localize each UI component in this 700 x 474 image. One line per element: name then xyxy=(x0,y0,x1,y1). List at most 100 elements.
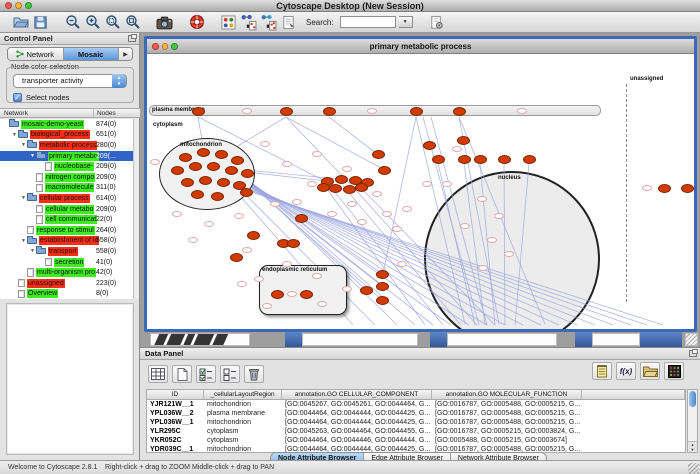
graph-node-transporter[interactable] xyxy=(681,184,694,193)
help-lifebuoy-icon[interactable] xyxy=(188,14,205,31)
graph-node-transporter[interactable] xyxy=(432,155,445,164)
table-cell[interactable]: mitochondrion xyxy=(204,400,282,409)
graph-node-unhighlighted[interactable] xyxy=(242,108,252,114)
float-panel-icon[interactable] xyxy=(128,35,136,42)
network-tree-row[interactable]: macromolecule311(0) xyxy=(0,183,134,194)
graph-node-transporter[interactable] xyxy=(423,141,436,150)
save-session-icon[interactable] xyxy=(32,14,49,31)
network-tree-row[interactable]: response to stimul264(0) xyxy=(0,225,134,236)
graph-node-transporter[interactable] xyxy=(300,290,313,299)
graph-node-unhighlighted[interactable] xyxy=(312,273,322,279)
new-attribute-icon[interactable] xyxy=(172,365,192,383)
minimize-window-button[interactable] xyxy=(15,2,22,9)
graph-node-transporter[interactable] xyxy=(376,296,389,305)
network-tree-row[interactable]: multi-organism pro42(0) xyxy=(0,267,134,278)
graph-node-transporter[interactable] xyxy=(189,162,202,171)
tab-overflow-arrow[interactable]: ▶ xyxy=(119,48,132,60)
network-tree-row[interactable]: ▼metabolic process280(0) xyxy=(0,140,134,151)
table-row[interactable]: YJR121W__1mitochondrion[GO:0045267, GO:0… xyxy=(147,400,685,409)
graph-node-transporter[interactable] xyxy=(474,155,487,164)
graph-node-unhighlighted[interactable] xyxy=(242,247,252,253)
graph-node-unhighlighted[interactable] xyxy=(357,219,367,225)
graph-node-transporter[interactable] xyxy=(199,176,212,185)
graph-node-transporter[interactable] xyxy=(376,270,389,279)
graph-node-transporter[interactable] xyxy=(192,107,205,116)
tree-expander-icon[interactable]: ▼ xyxy=(29,153,36,159)
table-cell[interactable]: cytoplasm xyxy=(204,427,282,436)
graph-node-transporter[interactable] xyxy=(231,156,244,165)
graph-node-unhighlighted[interactable] xyxy=(442,181,452,187)
table-cell[interactable]: [GO:0016787, GO:0005215, GO:0003824, G..… xyxy=(432,427,582,436)
table-cell[interactable]: [GO:0016787, GO:0005488, GO:0005215, G..… xyxy=(432,409,582,418)
table-cell[interactable]: [GO:0044464, GO:0044444, GO:0044425, G..… xyxy=(282,409,432,418)
graph-node-transporter[interactable] xyxy=(458,155,471,164)
zoom-in-icon[interactable] xyxy=(84,14,101,31)
notepad-icon[interactable] xyxy=(592,362,612,380)
apply-layout-alt-icon[interactable] xyxy=(260,14,277,31)
graph-node-transporter[interactable] xyxy=(230,253,243,262)
graph-node-transporter[interactable] xyxy=(295,214,308,223)
graph-node-unhighlighted[interactable] xyxy=(477,196,487,202)
table-cell[interactable]: [GO:0044464, GO:0044446, GO:0044444, G..… xyxy=(282,436,432,445)
graph-node-transporter[interactable] xyxy=(211,192,224,201)
graph-node-transporter[interactable] xyxy=(329,184,342,193)
table-cell[interactable]: YJR121W__1 xyxy=(147,400,204,409)
graph-node-unhighlighted[interactable] xyxy=(342,166,352,172)
scrollbar-arrows[interactable]: ▲▼ xyxy=(688,441,697,452)
table-cell[interactable]: [GO:0044464, GO:0044444, GO:0044425, G..… xyxy=(282,418,432,427)
graph-node-unhighlighted[interactable] xyxy=(452,146,462,152)
graph-node-transporter[interactable] xyxy=(335,175,348,184)
annotation-icon[interactable] xyxy=(280,14,297,31)
apply-layout-icon[interactable] xyxy=(240,14,257,31)
zoom-fit-icon[interactable] xyxy=(124,14,141,31)
close-view-button[interactable] xyxy=(152,43,159,50)
vizmapper-icon[interactable] xyxy=(220,14,237,31)
graph-node-transporter[interactable] xyxy=(271,290,284,299)
search-input[interactable] xyxy=(340,16,396,28)
graph-node-transporter[interactable] xyxy=(217,178,230,187)
graph-node-unhighlighted[interactable] xyxy=(347,201,357,207)
graph-node-unhighlighted[interactable] xyxy=(478,265,488,271)
graph-node-unhighlighted[interactable] xyxy=(422,181,432,187)
table-cell[interactable]: YKR052C xyxy=(147,436,204,445)
table-cell[interactable]: [GO:0005488, GO:0005215, GO:0003674] xyxy=(432,436,582,445)
table-cell[interactable]: mitochondrion xyxy=(204,445,282,454)
table-column-header[interactable]: annotation.GO MOLECULAR_FUNCTION xyxy=(432,390,582,399)
search-dropdown-button[interactable]: ▼ xyxy=(399,16,413,28)
network-tree-row[interactable]: ▼primary metabo209(... xyxy=(0,151,134,162)
network-window-titlebar[interactable]: primary metabolic process xyxy=(147,39,694,54)
graph-node-transporter[interactable] xyxy=(317,183,330,192)
network-tree-row[interactable]: ▼establishment of lo558(0) xyxy=(0,236,134,247)
open-file-icon[interactable] xyxy=(12,14,29,31)
graph-node-transporter[interactable] xyxy=(372,150,385,159)
network-tree-row[interactable]: cell communicat22(0) xyxy=(0,214,134,225)
table-cell[interactable]: [GO:0016787, GO:0005488, GO:0005215, G..… xyxy=(432,418,582,427)
graph-node-unhighlighted[interactable] xyxy=(487,237,497,243)
graph-node-unhighlighted[interactable] xyxy=(327,211,337,217)
table-row[interactable]: YPL036W__2plasma membrane[GO:0044464, GO… xyxy=(147,409,685,418)
graph-node-unhighlighted[interactable] xyxy=(282,161,292,167)
network-view-window[interactable]: primary metabolic process plasma membran… xyxy=(144,36,697,332)
network-tree-row[interactable]: mosaic-demo-yeast874(0) xyxy=(0,119,134,130)
matrix-heatmap-icon[interactable] xyxy=(664,362,684,380)
graph-node-unhighlighted[interactable] xyxy=(292,199,302,205)
network-canvas[interactable]: plasma membrane cytoplasm mitochondrion … xyxy=(147,54,694,329)
network-tree-row[interactable]: nucleobase-209(0) xyxy=(0,161,134,172)
graph-node-transporter[interactable] xyxy=(280,107,293,116)
graph-node-transporter[interactable] xyxy=(376,282,389,291)
table-cell[interactable]: YDR039C__1 xyxy=(147,445,204,454)
table-cell[interactable]: [GO:0045263, GO:0044464, GO:0044455, G..… xyxy=(282,427,432,436)
graph-node-unhighlighted[interactable] xyxy=(460,223,470,229)
graph-node-transporter[interactable] xyxy=(240,188,253,197)
graph-node-unhighlighted[interactable] xyxy=(270,201,280,207)
graph-node-unhighlighted[interactable] xyxy=(504,251,514,257)
table-cell[interactable]: YLR295C xyxy=(147,427,204,436)
graph-node-transporter[interactable] xyxy=(343,185,356,194)
tree-expander-icon[interactable]: ▼ xyxy=(20,195,27,201)
zoom-view-button[interactable] xyxy=(171,43,178,50)
app-resize-grip[interactable] xyxy=(688,463,699,474)
node-color-dropdown[interactable]: transporter activity ▲▼ xyxy=(13,74,127,88)
table-cell[interactable]: mitochondrion xyxy=(204,418,282,427)
table-cell[interactable]: YPL036W__1 xyxy=(147,418,204,427)
float-data-panel-icon[interactable] xyxy=(689,350,697,357)
